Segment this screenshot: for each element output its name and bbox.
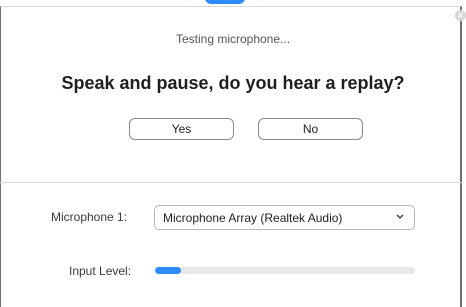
yes-button[interactable]: Yes bbox=[129, 118, 234, 140]
microphone-label: Microphone 1: bbox=[51, 210, 128, 224]
close-icon[interactable] bbox=[455, 10, 466, 21]
chevron-down-icon bbox=[396, 214, 404, 219]
input-level-fill bbox=[155, 267, 181, 274]
section-divider bbox=[0, 182, 462, 183]
microphone-selected-value: Microphone Array (Realtek Audio) bbox=[163, 211, 343, 225]
no-button[interactable]: No bbox=[258, 118, 363, 140]
testing-status-text: Testing microphone... bbox=[175, 32, 291, 46]
replay-question: Speak and pause, do you hear a replay? bbox=[61, 73, 405, 93]
input-level-meter bbox=[155, 267, 415, 274]
microphone-test-window: Testing microphone... Speak and pause, d… bbox=[0, 0, 466, 307]
microphone-test-dialog bbox=[0, 6, 462, 307]
title-accent-mark bbox=[205, 0, 245, 4]
input-level-label: Input Level: bbox=[69, 264, 132, 278]
microphone-select[interactable]: Microphone Array (Realtek Audio) bbox=[154, 205, 415, 230]
